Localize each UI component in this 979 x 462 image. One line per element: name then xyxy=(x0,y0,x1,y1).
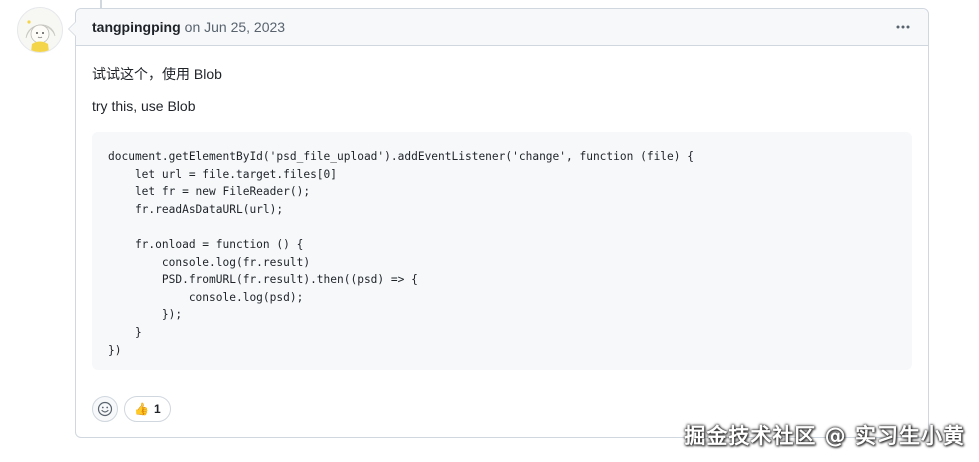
comment-header: tangpingping on Jun 25, 2023 xyxy=(76,9,928,46)
code-block[interactable]: document.getElementById('psd_file_upload… xyxy=(92,132,912,370)
author-avatar[interactable] xyxy=(17,7,63,53)
comment-card: tangpingping on Jun 25, 2023 试试这个，使用 Blo… xyxy=(68,8,929,438)
avatar-illustration xyxy=(18,8,62,52)
comment-paragraph-en: try this, use Blob xyxy=(92,98,196,114)
thumbs-up-icon: 👍 xyxy=(134,402,149,416)
comment-date[interactable]: on Jun 25, 2023 xyxy=(185,19,285,35)
comment-paragraph-zh: 试试这个，使用 Blob xyxy=(92,66,222,82)
reactions-bar: 👍 1 xyxy=(92,396,171,422)
add-reaction-button[interactable] xyxy=(92,396,118,422)
kebab-horizontal-icon[interactable] xyxy=(892,18,914,36)
timeline-line xyxy=(100,0,102,8)
reaction-thumbs-up[interactable]: 👍 1 xyxy=(124,396,171,422)
reaction-count: 1 xyxy=(153,402,161,416)
watermark: 掘金技术社区 @ 实习生小黄 xyxy=(684,424,965,448)
smiley-icon xyxy=(97,401,113,417)
author-link[interactable]: tangpingping xyxy=(92,19,181,35)
comment-body: 试试这个，使用 Blob try this, use Blob document… xyxy=(76,46,928,370)
